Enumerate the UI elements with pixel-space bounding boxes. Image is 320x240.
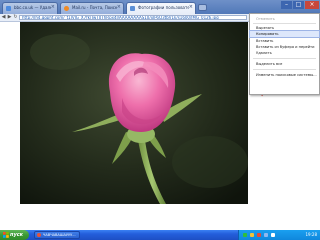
- menu-item-select-all[interactable]: Выделить все: [250, 61, 319, 67]
- system-tray: 19:28: [238, 230, 320, 240]
- antivirus-icon[interactable]: [257, 233, 261, 237]
- menu-item-edit-search-engines[interactable]: Изменить поисковые системы...: [250, 72, 319, 78]
- menu-item-copy[interactable]: Копировать: [249, 30, 320, 38]
- clock[interactable]: 19:28: [305, 230, 317, 240]
- taskbar-item-label: ЧАВЧАВАШАУУУ...: [43, 233, 76, 237]
- context-menu: Отменить Вырезать Копировать Вставить Вс…: [249, 13, 320, 95]
- menu-item-delete[interactable]: Удалить: [250, 50, 319, 56]
- start-button[interactable]: пуск: [0, 230, 29, 240]
- taskbar-item-chrome[interactable]: ЧАВЧАВАШАУУУ...: [34, 231, 80, 239]
- volume-icon[interactable]: [271, 233, 275, 237]
- taskbar: пуск ЧАВЧАВАШАУУУ... 19:28: [0, 230, 320, 240]
- start-label: пуск: [10, 232, 24, 238]
- menu-item-undo[interactable]: Отменить: [250, 16, 319, 22]
- chrome-icon: [37, 233, 41, 237]
- security-icon[interactable]: [250, 233, 254, 237]
- language-icon[interactable]: [264, 233, 268, 237]
- network-icon[interactable]: [243, 233, 247, 237]
- menu-separator: [253, 23, 316, 24]
- windows-logo-icon: [3, 232, 9, 238]
- screen: bbc.co.uk — Удалено × Mail.ru - Почта, П…: [0, 0, 320, 240]
- menu-separator: [253, 69, 316, 70]
- menu-separator: [253, 58, 316, 59]
